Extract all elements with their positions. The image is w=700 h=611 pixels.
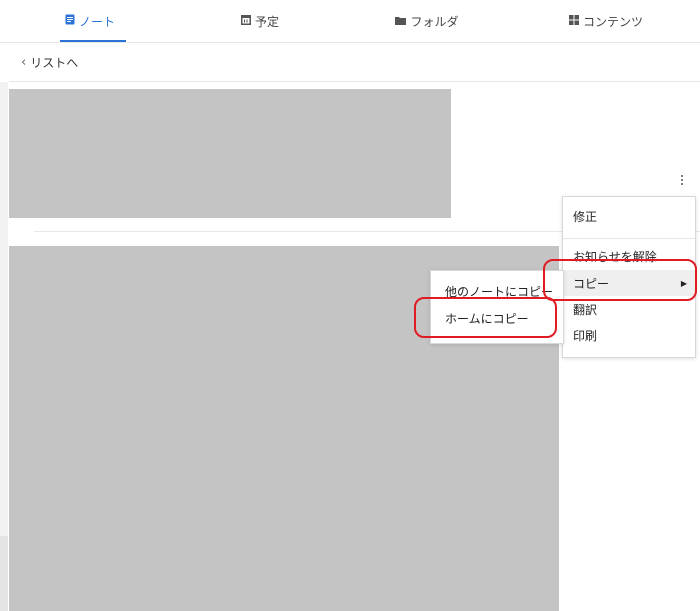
tab-schedule-label: 予定 [254, 14, 279, 29]
back-to-list-label: リストへ [30, 55, 79, 70]
menu-item-label: 印刷 [573, 328, 598, 343]
left-edge-panel-lower [0, 536, 8, 611]
note-icon [65, 14, 75, 28]
tab-schedule[interactable]: 予定 [190, 0, 330, 42]
active-tab-indicator [60, 40, 126, 42]
calendar-icon [240, 14, 251, 28]
kebab-menu-icon[interactable] [676, 170, 688, 190]
sub-header: ‹ リストへ [9, 43, 700, 82]
menu-item-label: 修正 [573, 209, 598, 224]
tab-folder-label: フォルダ [410, 14, 459, 29]
back-to-list-link[interactable]: ‹ リストへ [21, 54, 78, 71]
menu-divider [563, 238, 695, 239]
annotation-highlight [414, 297, 557, 338]
top-tab-bar: ノート 予定 フォルダ コンテンツ [0, 0, 700, 43]
grid-icon [568, 14, 579, 28]
folder-icon [395, 14, 407, 28]
annotation-highlight [543, 259, 697, 301]
menu-item-edit[interactable]: 修正 [563, 203, 695, 229]
tab-note[interactable]: ノート [20, 0, 160, 42]
chevron-left-icon: ‹ [21, 54, 27, 70]
tab-note-label: ノート [78, 14, 115, 29]
menu-item-label: 翻訳 [573, 302, 598, 317]
tab-contents[interactable]: コンテンツ [536, 0, 676, 42]
content-image-placeholder [9, 89, 451, 218]
tab-contents-label: コンテンツ [582, 14, 643, 29]
menu-item-print[interactable]: 印刷 [563, 322, 695, 348]
tab-folder[interactable]: フォルダ [357, 0, 497, 42]
left-edge-panel [0, 82, 8, 611]
